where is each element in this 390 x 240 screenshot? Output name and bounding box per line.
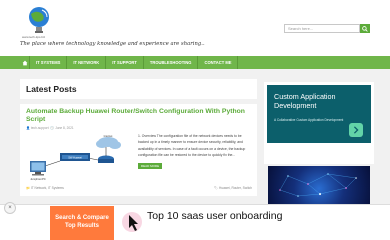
- site-header: www.tech-tips.biz The place where techno…: [0, 0, 390, 56]
- ad-title: Custom Application Development: [274, 92, 336, 110]
- post-categories: 📁 IT Network, IT Systems: [26, 186, 64, 190]
- categories-text[interactable]: IT Network, IT Systems: [31, 186, 64, 190]
- chevron-right-icon: [353, 126, 359, 134]
- folder-icon: 📁: [26, 186, 30, 190]
- pc-label: Jumphost PC: [30, 177, 46, 181]
- cursor-icon: [122, 212, 142, 232]
- close-ad-button[interactable]: ×: [4, 202, 16, 214]
- post-footer: 📁 IT Network, IT Systems 🏷 Huawei, Route…: [26, 186, 252, 190]
- site-logo-icon[interactable]: [24, 6, 54, 38]
- nav-label: IT NETWORK: [73, 60, 100, 65]
- post-meta: 👤 tech-support 🕓 June 8, 2021: [26, 126, 74, 130]
- switch-icon: SW Huawei: [60, 153, 90, 161]
- nav-home[interactable]: [20, 56, 30, 69]
- network-globe-graphic: [279, 173, 357, 197]
- ad-body: A Collaborative Custom Application Devel…: [274, 118, 344, 122]
- search-button[interactable]: [360, 24, 370, 33]
- network-diagram-image[interactable]: SW Huawei Jumphost PC Internet: [26, 133, 130, 183]
- sidebar-ad[interactable]: Custom Application Development A Collabo…: [264, 82, 374, 164]
- sidebar-ad-image[interactable]: [268, 166, 370, 204]
- site-tagline: The place where technology knowledge and…: [20, 41, 205, 47]
- nav-item-it-support[interactable]: IT SUPPORT: [106, 56, 144, 69]
- author-icon: 👤: [26, 126, 30, 130]
- main-nav: IT SYSTEMS IT NETWORK IT SUPPORT TROUBLE…: [0, 56, 390, 69]
- tags-text[interactable]: Huawei, Router, Switch: [219, 186, 252, 190]
- bottom-ad-headline[interactable]: Top 10 saas user onboarding: [147, 210, 282, 222]
- tag-icon: 🏷: [214, 186, 219, 190]
- switch-label: SW Huawei: [68, 155, 82, 159]
- nav-item-it-systems[interactable]: IT SYSTEMS: [30, 56, 68, 69]
- router-icon: [98, 155, 114, 163]
- search-icon: [362, 25, 368, 32]
- bottom-ad-left-banner[interactable]: Search & Compare Top Results: [50, 206, 114, 240]
- search-input[interactable]: Search here...: [284, 24, 360, 33]
- ad-arrow-button[interactable]: [349, 123, 363, 137]
- post-card: Automate Backup Huawei Router/Switch Con…: [20, 104, 257, 196]
- nav-label: CONTACT ME: [204, 60, 232, 65]
- section-title: Latest Posts: [20, 79, 257, 99]
- nav-item-troubleshooting[interactable]: TROUBLESHOOTING: [144, 56, 199, 69]
- nav-label: IT SYSTEMS: [36, 60, 61, 65]
- post-excerpt: 1. Overview The configuration file of th…: [138, 134, 246, 157]
- nav-item-contact-me[interactable]: CONTACT ME: [198, 56, 239, 69]
- sidebar-ad-banner[interactable]: Custom Application Development A Collabo…: [267, 85, 371, 143]
- nav-label: TROUBLESHOOTING: [149, 60, 192, 65]
- nav-label: IT SUPPORT: [112, 60, 137, 65]
- read-more-button[interactable]: READ MORE: [138, 163, 162, 169]
- post-author[interactable]: tech-support: [31, 126, 49, 130]
- nav-item-it-network[interactable]: IT NETWORK: [67, 56, 107, 69]
- post-title-link[interactable]: Automate Backup Huawei Router/Switch Con…: [26, 108, 252, 124]
- post-tags: 🏷 Huawei, Router, Switch: [214, 186, 252, 190]
- logo-caption: www.tech-tips.biz: [22, 35, 46, 39]
- post-date: June 8, 2021: [55, 126, 74, 130]
- cloud-label: Internet: [104, 134, 113, 138]
- clock-icon: 🕓: [50, 126, 55, 130]
- home-icon: [22, 60, 27, 65]
